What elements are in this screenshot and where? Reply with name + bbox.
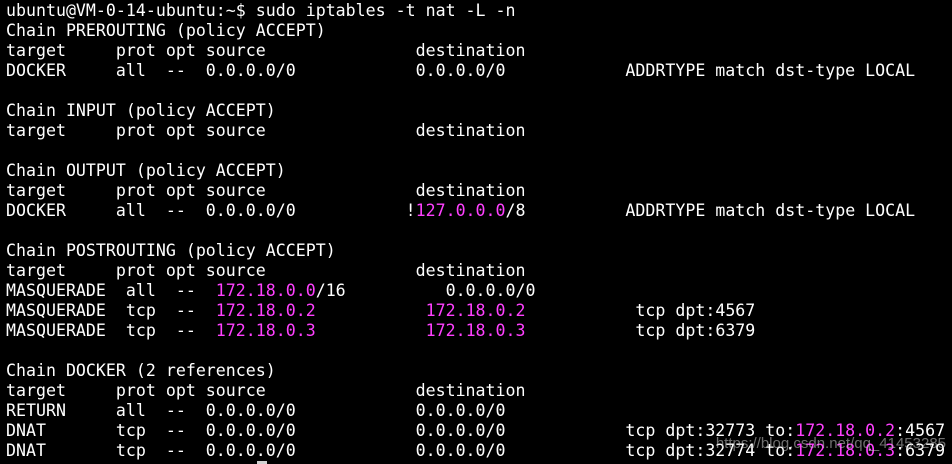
terminal-line: ubuntu@VM-0-14-ubuntu:~$ sudo iptables -… <box>6 1 952 21</box>
ip-address-highlight: 172.18.0.0 <box>215 281 316 300</box>
terminal-text: MASQUERADE tcp -- <box>6 301 216 320</box>
terminal-text: /16 0.0.0.0/0 <box>315 281 536 300</box>
watermark: https://blog.csdn.net/qq_41453285 <box>715 435 946 452</box>
terminal-text: /8 ADDRTYPE match dst-type LOCAL <box>505 201 916 220</box>
terminal-line: Chain DOCKER (2 references) <box>6 361 952 381</box>
terminal-line: DOCKER all -- 0.0.0.0/0 !127.0.0.0/8 ADD… <box>6 201 952 221</box>
ip-address-highlight: 172.18.0.2 <box>425 301 526 320</box>
terminal-line: target prot opt source destination <box>6 41 952 61</box>
terminal-text: DOCKER all -- 0.0.0.0/0 ! <box>6 201 416 220</box>
terminal-line: Chain OUTPUT (policy ACCEPT) <box>6 161 952 181</box>
terminal-text: Chain INPUT (policy ACCEPT) <box>6 101 276 120</box>
terminal-line: target prot opt source destination <box>6 381 952 401</box>
terminal-text: Chain PREROUTING (policy ACCEPT) <box>6 21 326 40</box>
terminal-line: DOCKER all -- 0.0.0.0/0 0.0.0.0/0 ADDRTY… <box>6 61 952 81</box>
terminal-text: Chain POSTROUTING (policy ACCEPT) <box>6 241 336 260</box>
terminal-text: tcp dpt:4567 <box>525 301 756 320</box>
terminal-text: target prot opt source destination <box>6 261 526 280</box>
terminal-text: RETURN all -- 0.0.0.0/0 0.0.0.0/0 <box>6 401 506 420</box>
ip-address-highlight: 172.18.0.2 <box>215 301 316 320</box>
terminal-line: MASQUERADE all -- 172.18.0.0/16 0.0.0.0/… <box>6 281 952 301</box>
terminal-text: Chain DOCKER (2 references) <box>6 361 276 380</box>
ip-address-highlight: 127.0.0.0 <box>415 201 506 220</box>
terminal-line: RETURN all -- 0.0.0.0/0 0.0.0.0/0 <box>6 401 952 421</box>
terminal-line: MASQUERADE tcp -- 172.18.0.3 172.18.0.3 … <box>6 321 952 341</box>
terminal-text: MASQUERADE tcp -- <box>6 321 216 340</box>
terminal-line: target prot opt source destination <box>6 121 952 141</box>
terminal-output[interactable]: ubuntu@VM-0-14-ubuntu:~$ sudo iptables -… <box>6 1 952 464</box>
terminal-text: ubuntu@VM-0-14-ubuntu:~$ sudo iptables -… <box>6 1 516 20</box>
ip-address-highlight: 172.18.0.3 <box>215 321 316 340</box>
terminal-text: target prot opt source destination <box>6 181 526 200</box>
ip-address-highlight: 172.18.0.3 <box>425 321 526 340</box>
terminal-line: target prot opt source destination <box>6 261 952 281</box>
terminal-text: DNAT tcp -- 0.0.0.0/0 0.0.0.0/0 tcp dpt:… <box>6 421 796 440</box>
terminal-text: tcp dpt:6379 <box>525 321 756 340</box>
terminal-text: Chain OUTPUT (policy ACCEPT) <box>6 161 286 180</box>
terminal-text: DNAT tcp -- 0.0.0.0/0 0.0.0.0/0 tcp dpt:… <box>6 441 796 460</box>
terminal-line: MASQUERADE tcp -- 172.18.0.2 172.18.0.2 … <box>6 301 952 321</box>
terminal-text: target prot opt source destination <box>6 121 526 140</box>
terminal-line: Chain INPUT (policy ACCEPT) <box>6 101 952 121</box>
terminal-line: Chain POSTROUTING (policy ACCEPT) <box>6 241 952 261</box>
terminal-text: DOCKER all -- 0.0.0.0/0 0.0.0.0/0 ADDRTY… <box>6 61 916 80</box>
terminal-line: Chain PREROUTING (policy ACCEPT) <box>6 21 952 41</box>
terminal-line: target prot opt source destination <box>6 181 952 201</box>
terminal-text: target prot opt source destination <box>6 381 526 400</box>
terminal-text: MASQUERADE all -- <box>6 281 216 300</box>
terminal-text: target prot opt source destination <box>6 41 526 60</box>
